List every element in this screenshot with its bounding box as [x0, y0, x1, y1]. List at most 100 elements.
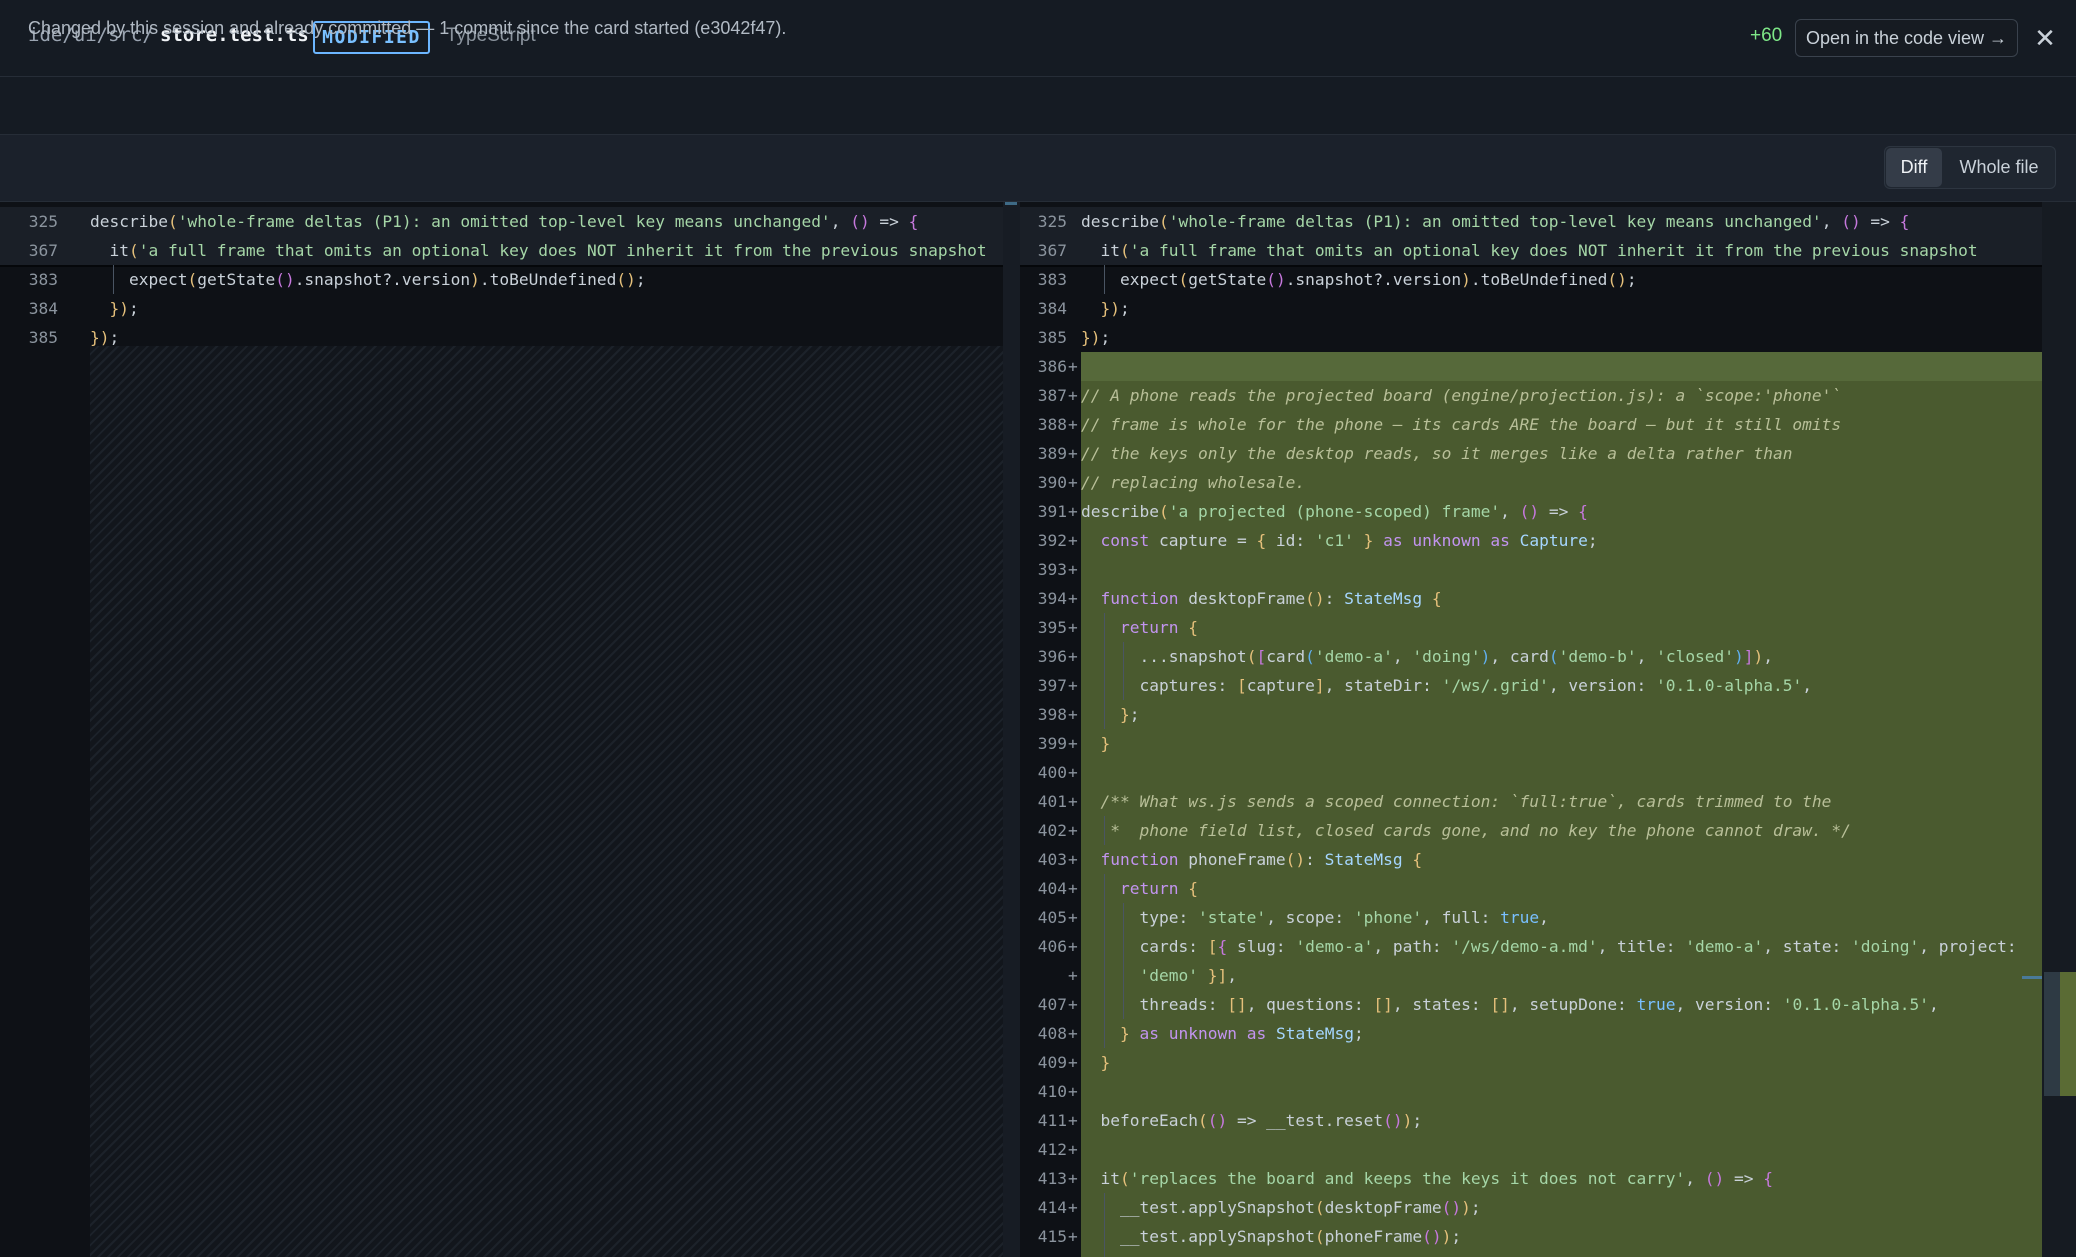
left-code-row: 383 expect(getState().snapshot?.version)… — [0, 265, 1003, 294]
code-text: 'demo' }], — [1139, 966, 1237, 985]
code-text: }); — [90, 328, 120, 347]
added-line-marker: + — [1068, 908, 1078, 927]
whole-file-view-button[interactable]: Whole file — [1946, 148, 2052, 187]
line-number: 367 — [28, 241, 58, 260]
pane-divider[interactable] — [1003, 202, 1020, 1257]
code-text: // A phone reads the projected board (en… — [1081, 386, 1842, 405]
code-text: }); — [1100, 299, 1130, 318]
added-line-marker: + — [1068, 647, 1078, 666]
added-line-marker: + — [1068, 879, 1078, 898]
added-line-marker: + — [1068, 502, 1078, 521]
close-icon[interactable]: ✕ — [2030, 20, 2060, 56]
line-number: 407 — [1037, 995, 1067, 1014]
added-line-marker: + — [1068, 850, 1078, 869]
line-number: 392 — [1037, 531, 1067, 550]
line-number: 383 — [1037, 270, 1067, 289]
code-text: /** What ws.js sends a scoped connection… — [1081, 792, 1832, 811]
right-code-row: 401 + /** What ws.js sends a scoped conne… — [1020, 787, 2042, 816]
vertical-scrollbar[interactable] — [2042, 202, 2076, 1257]
line-number: 413 — [1037, 1169, 1067, 1188]
right-code-row: 384 }); — [1020, 294, 2042, 323]
added-line-marker: + — [1068, 560, 1078, 579]
line-number: 395 — [1037, 618, 1067, 637]
code-text: expect(getState().snapshot?.version).toB… — [1081, 270, 1637, 289]
right-code-row: 413 + it('replaces the board and keeps th… — [1020, 1164, 2042, 1193]
added-line-marker: + — [1068, 618, 1078, 637]
right-code-row: + 'demo' }], — [1020, 961, 2042, 990]
line-number: 401 — [1037, 792, 1067, 811]
line-number: 414 — [1037, 1198, 1067, 1217]
open-in-code-view-button[interactable]: Open in the code view → — [1795, 19, 2018, 57]
left-code-row: 367 it('a full frame that omits an optio… — [0, 236, 1003, 267]
line-number: 411 — [1037, 1111, 1067, 1130]
right-code-row: 416+ const snap = getState().snapshot!; — [1020, 1251, 2042, 1257]
line-number: 385 — [1037, 328, 1067, 347]
line-number: 388 — [1037, 415, 1067, 434]
right-code-row: 386 + — [1020, 352, 2042, 381]
line-number: 415 — [1037, 1227, 1067, 1246]
right-code-row: 397 + captures: [capture], stateDir: '/ws… — [1020, 671, 2042, 700]
left-code-row: 325 describe('whole-frame deltas (P1): an… — [0, 207, 1003, 236]
right-code-row: 399 + } — [1020, 729, 2042, 758]
right-code-row: 395 + return { — [1020, 613, 2042, 642]
info-text: Changed by this session and already comm… — [28, 18, 787, 38]
code-text: function desktopFrame(): StateMsg { — [1100, 589, 1442, 608]
code-text: return { — [1119, 879, 1198, 898]
diff-view-button[interactable]: Diff — [1886, 148, 1942, 187]
code-text: } — [1100, 1053, 1111, 1072]
left-code-row: 385}); — [0, 323, 1003, 352]
code-text: } as unknown as StateMsg; — [1119, 1024, 1364, 1043]
right-code-row: 392 + const capture = { id: 'c1' } as unk… — [1020, 526, 2042, 555]
right-code-row: 385}); — [1020, 323, 2042, 352]
line-number: 403 — [1037, 850, 1067, 869]
code-text: }); — [109, 299, 139, 318]
code-text: it('replaces the board and keeps the key… — [1081, 1169, 1773, 1188]
added-line-marker: + — [1068, 415, 1078, 434]
minimap-viewport-marker — [2022, 976, 2042, 979]
added-line-marker: + — [1068, 966, 1078, 985]
added-line-highlight — [1081, 555, 2042, 584]
line-number: 400 — [1037, 763, 1067, 782]
added-line-marker: + — [1068, 995, 1078, 1014]
added-line-marker: + — [1068, 1251, 1078, 1257]
line-number: 405 — [1037, 908, 1067, 927]
line-number: 404 — [1037, 879, 1067, 898]
added-line-marker: + — [1068, 444, 1078, 463]
code-text: }; — [1119, 705, 1140, 724]
diff-toolbar — [0, 135, 2076, 202]
line-number: 387 — [1037, 386, 1067, 405]
line-number: 325 — [28, 212, 58, 231]
added-line-highlight — [1081, 352, 2042, 381]
minimap-added-marker — [2060, 972, 2076, 1096]
right-code-row: 394 + function desktopFrame(): StateMsg { — [1020, 584, 2042, 613]
code-text: __test.applySnapshot(desktopFrame()); — [1081, 1198, 1481, 1217]
added-line-marker: + — [1068, 676, 1078, 695]
empty-hunk-hatch — [90, 346, 1003, 1257]
added-line-marker: + — [1068, 1053, 1078, 1072]
code-text: // replacing wholesale. — [1081, 473, 1306, 492]
line-number: 397 — [1037, 676, 1067, 695]
code-text: beforeEach(() => __test.reset()); — [1081, 1111, 1423, 1130]
line-number: 383 — [28, 270, 58, 289]
added-line-marker: + — [1068, 531, 1078, 550]
right-code-row: 414 + __test.applySnapshot(desktopFrame()… — [1020, 1193, 2042, 1222]
added-line-highlight — [1081, 700, 2042, 729]
added-line-highlight — [1081, 1135, 2042, 1164]
added-line-marker: + — [1068, 1024, 1078, 1043]
added-line-marker: + — [1068, 734, 1078, 753]
code-text: describe('whole-frame deltas (P1): an om… — [90, 212, 919, 231]
right-code-row: 410 + — [1020, 1077, 2042, 1106]
line-number: 384 — [28, 299, 58, 318]
line-number: 398 — [1037, 705, 1067, 724]
added-line-marker: + — [1068, 473, 1078, 492]
added-line-marker: + — [1068, 1227, 1078, 1246]
added-line-marker: + — [1068, 589, 1078, 608]
right-code-row: 393 + — [1020, 555, 2042, 584]
line-number: 409 — [1037, 1053, 1067, 1072]
code-text: describe('whole-frame deltas (P1): an om… — [1081, 212, 1910, 231]
added-line-highlight — [1081, 874, 2042, 903]
right-code-row: 367 it('a full frame that omits an optio… — [1020, 236, 2042, 267]
code-text: __test.applySnapshot(phoneFrame()); — [1081, 1227, 1462, 1246]
added-lines-count: +60 — [1750, 25, 1783, 46]
code-text: cards: [{ slug: 'demo-a', path: '/ws/dem… — [1081, 937, 2017, 956]
